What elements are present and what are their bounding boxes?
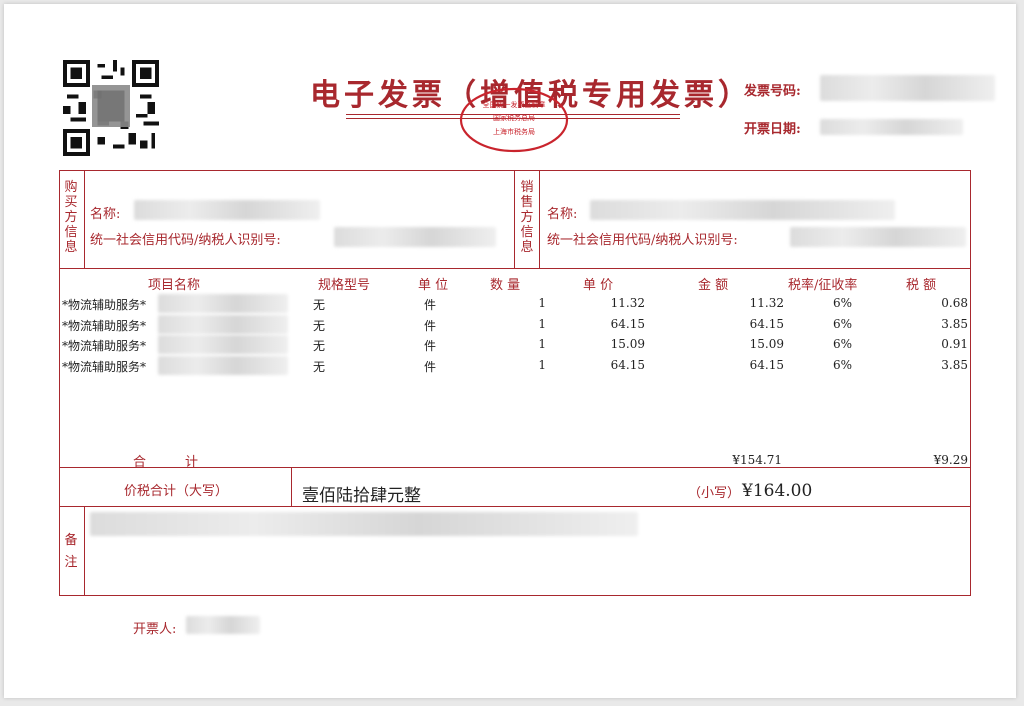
col-tax-rate: 税率/征收率 <box>788 278 858 293</box>
issue-date-redacted <box>820 119 963 135</box>
buyer-label-divider <box>84 170 85 268</box>
col-unit-price: 单 价 <box>583 278 614 293</box>
item-tax: 3.85 <box>941 316 968 331</box>
item-quantity: 1 <box>538 316 546 331</box>
qr-code <box>63 60 159 156</box>
col-amount: 金 额 <box>698 278 729 293</box>
seller-name-label: 名称: <box>547 207 578 222</box>
party-divider <box>514 170 515 268</box>
seal-line-2: 国家税务总局 <box>493 113 535 122</box>
total-tax: ¥9.29 <box>933 453 968 467</box>
item-tax-rate: 6% <box>833 316 853 331</box>
item-name: *物流辅助服务* <box>62 359 147 374</box>
buyer-name-label: 名称: <box>90 207 121 222</box>
item-tax-rate: 6% <box>833 337 853 351</box>
divider-parties <box>59 268 971 269</box>
seal-line-3: 上海市税务局 <box>493 127 535 136</box>
item-name-redacted <box>158 314 288 334</box>
col-item-name: 项目名称 <box>148 278 201 293</box>
item-amount: 64.15 <box>749 316 784 331</box>
issue-date-label: 开票日期: <box>744 122 801 137</box>
item-name-redacted <box>158 335 288 354</box>
remarks-label: 备注 <box>64 533 78 570</box>
item-quantity: 1 <box>538 296 546 310</box>
item-name: *物流辅助服务* <box>62 318 147 333</box>
item-spec: 无 <box>313 298 326 312</box>
item-unit: 件 <box>424 359 437 374</box>
grand-total-in-figures: ¥164.00 <box>742 481 813 501</box>
seller-taxid-redacted <box>790 227 966 247</box>
seller-section-label: 销售方信息 <box>520 180 534 255</box>
item-tax: 0.91 <box>941 337 968 351</box>
seller-label-divider <box>539 170 540 268</box>
seller-taxid-label: 统一社会信用代码/纳税人识别号: <box>547 233 738 248</box>
invoice-number-redacted <box>820 75 995 101</box>
col-quantity: 数 量 <box>490 278 521 293</box>
item-tax: 0.68 <box>941 296 968 310</box>
item-unit: 件 <box>424 298 437 312</box>
item-spec: 无 <box>313 318 326 333</box>
item-quantity: 1 <box>538 357 546 372</box>
invoice-number-label: 发票号码: <box>744 84 801 99</box>
item-name: *物流辅助服务* <box>62 339 147 353</box>
col-tax: 税 额 <box>906 278 937 293</box>
issuer-label: 开票人: <box>133 622 177 637</box>
total-amount: ¥154.71 <box>732 453 782 467</box>
issuer-redacted <box>186 616 260 634</box>
item-unit-price: 64.15 <box>610 357 645 372</box>
seller-name-redacted <box>590 200 895 220</box>
item-unit-price: 11.32 <box>610 296 645 310</box>
item-unit: 件 <box>424 339 437 353</box>
remarks-label-divider <box>84 506 85 596</box>
item-spec: 无 <box>313 359 326 374</box>
item-amount: 11.32 <box>749 296 784 310</box>
item-unit-price: 64.15 <box>610 316 645 331</box>
item-unit: 件 <box>424 318 437 333</box>
item-tax-rate: 6% <box>833 296 853 310</box>
item-amount: 15.09 <box>749 337 784 351</box>
col-spec: 规格型号 <box>318 278 371 293</box>
seal-line-1: 全国统一发票监制章 <box>483 100 546 109</box>
remarks-redacted <box>90 512 638 536</box>
grand-total-label: 价税合计（大写） <box>124 484 229 499</box>
item-name: *物流辅助服务* <box>62 298 147 312</box>
item-quantity: 1 <box>538 337 546 351</box>
buyer-name-redacted <box>134 200 320 220</box>
item-spec: 无 <box>313 339 326 353</box>
buyer-taxid-redacted <box>334 227 496 247</box>
buyer-section-label: 购买方信息 <box>64 180 78 255</box>
item-unit-price: 15.09 <box>610 337 645 351</box>
item-name-redacted <box>158 355 288 375</box>
grand-total-in-words: 壹佰陆拾肆元整 <box>302 486 421 506</box>
tax-seal: 全国统一发票监制章 国家税务总局 上海市税务局 <box>459 87 569 153</box>
divider-total <box>59 506 971 507</box>
total-label-divider <box>291 467 292 506</box>
col-unit: 单 位 <box>418 278 449 293</box>
item-name-redacted <box>158 294 288 313</box>
item-tax-rate: 6% <box>833 357 853 372</box>
total-label: 合 计 <box>133 455 199 470</box>
grand-total-small-label: （小写） <box>688 486 741 501</box>
item-amount: 64.15 <box>749 357 784 372</box>
buyer-taxid-label: 统一社会信用代码/纳税人识别号: <box>90 233 281 248</box>
item-tax: 3.85 <box>941 357 968 372</box>
